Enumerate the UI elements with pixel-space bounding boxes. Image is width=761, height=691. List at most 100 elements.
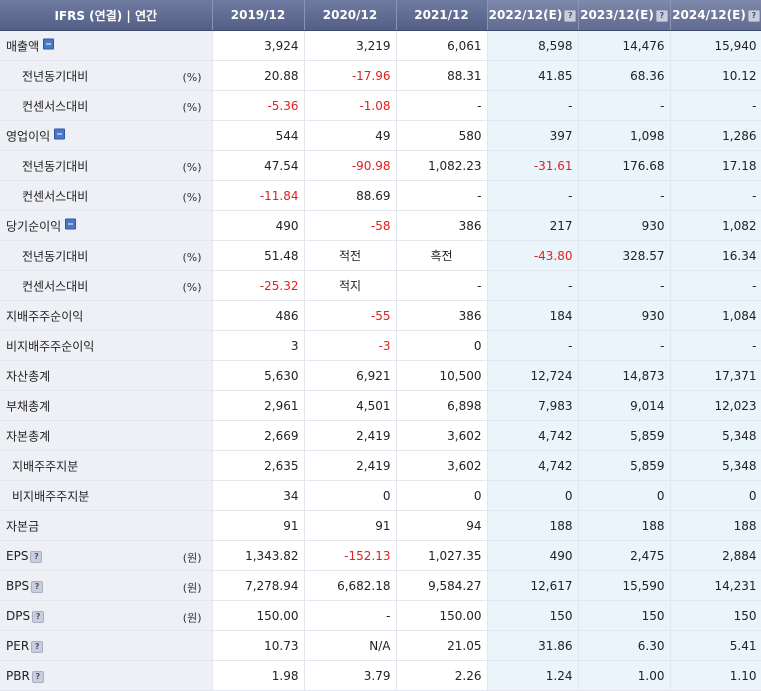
value-cell: 1,084 — [670, 300, 761, 331]
table-row: 자산총계 5,630 6,921 10,500 12,724 14,873 17,371 — [0, 360, 761, 391]
unit-label: (원) — [182, 581, 202, 595]
row-label-text: BPS — [6, 578, 30, 593]
help-icon[interactable]: ? — [564, 10, 577, 22]
value-cell: 17,371 — [670, 360, 761, 391]
value-cell: 580 — [396, 120, 488, 151]
collapse-toggle-icon[interactable] — [43, 38, 55, 49]
value-cell: 14,476 — [578, 30, 671, 61]
collapse-toggle-icon[interactable] — [54, 128, 66, 139]
value-cell: 5,630 — [212, 360, 305, 391]
row-label-cell: 지배주주지분 — [0, 450, 213, 481]
table-row: 비지배주주지분 34 0 0 0 0 0 — [0, 480, 761, 511]
value-cell: 2,884 — [670, 540, 761, 571]
row-label: 자본금 — [6, 517, 39, 534]
row-label-cell: 비지배주주지분 — [0, 480, 213, 511]
value-cell: 188 — [578, 510, 671, 541]
value-cell: 3,602 — [396, 450, 488, 481]
row-label: BPS? — [6, 578, 44, 593]
row-label-text: 컨센서스대비 — [22, 189, 89, 203]
help-icon[interactable]: ? — [31, 670, 44, 683]
value-cell: 1,098 — [578, 120, 671, 151]
value-cell: -5.36 — [212, 90, 305, 121]
table-row: EPS? (원) 1,343.82 -152.13 1,027.35 490 2,475 2,… — [0, 540, 761, 571]
row-label-text: EPS — [6, 548, 29, 563]
value-cell: - — [396, 270, 488, 301]
value-cell: 4,742 — [487, 450, 579, 481]
value-cell: 486 — [212, 300, 305, 331]
value-cell: 1.24 — [487, 660, 579, 691]
value-cell: 적전 — [304, 240, 397, 271]
table-row: 비지배주주순이익 3 -3 0- - - — [0, 330, 761, 361]
value-cell: 34 — [212, 480, 305, 511]
unit-label: (%) — [182, 280, 202, 294]
value-cell: 386 — [396, 300, 488, 331]
table-body: 매출액 3,924 3,219 6,061 8,598 14,476 15,940 전년동기대… — [0, 30, 761, 691]
year-header: 2019/12 — [212, 0, 305, 31]
row-label: 부채총계 — [6, 397, 50, 414]
value-cell: 88.69 — [304, 180, 397, 211]
value-cell: - — [487, 270, 579, 301]
collapse-toggle-icon[interactable] — [65, 218, 77, 229]
unit-label: (%) — [182, 100, 202, 114]
row-label-text: 매출액 — [6, 39, 40, 53]
row-label-text: 자본금 — [6, 519, 40, 533]
row-label-text: 전년동기대비 — [22, 69, 89, 83]
value-cell: 94 — [396, 510, 488, 541]
value-cell: 47.54 — [212, 150, 305, 181]
value-cell: 1,343.82 — [212, 540, 305, 571]
value-cell: 1.00 — [578, 660, 671, 691]
row-label-text: 지배주주지분 — [12, 459, 79, 473]
row-label-text: 당기순이익 — [6, 219, 62, 233]
value-cell: -11.84 — [212, 180, 305, 211]
value-cell: 9,584.27 — [396, 570, 488, 601]
help-icon[interactable]: ? — [655, 10, 668, 22]
help-icon[interactable]: ? — [31, 640, 44, 653]
help-icon[interactable]: ? — [747, 10, 760, 22]
value-cell: 10.12 — [670, 60, 761, 91]
table-row: 매출액 3,924 3,219 6,061 8,598 14,476 15,940 — [0, 30, 761, 61]
value-cell: 68.36 — [578, 60, 671, 91]
unit-label: (%) — [182, 70, 202, 84]
value-cell: 17.18 — [670, 150, 761, 181]
value-cell: 176.68 — [578, 150, 671, 181]
row-label: 당기순이익 — [6, 217, 77, 234]
value-cell: - — [578, 270, 671, 301]
value-cell: 2,635 — [212, 450, 305, 481]
row-label-cell: 비지배주주순이익 — [0, 330, 213, 361]
value-cell: 20.88 — [212, 60, 305, 91]
value-cell: 10.73 — [212, 630, 305, 661]
table-row: DPS? (원) 150.00-150.00 150 150 150 — [0, 600, 761, 631]
value-cell: 0 — [578, 480, 671, 511]
row-label-text: 컨센서스대비 — [22, 99, 89, 113]
row-label: 비지배주주지분 — [12, 487, 89, 504]
row-label: 지배주주순이익 — [6, 307, 83, 324]
value-cell: 490 — [212, 210, 305, 241]
row-label-cell: PER? — [0, 630, 213, 661]
value-cell: 150.00 — [396, 600, 488, 631]
row-label: 지배주주지분 — [12, 457, 78, 474]
value-cell: 7,278.94 — [212, 570, 305, 601]
value-cell: - — [670, 330, 761, 361]
value-cell: - — [396, 180, 488, 211]
row-label: 자산총계 — [6, 367, 50, 384]
value-cell: 150.00 — [212, 600, 305, 631]
value-cell: 0 — [670, 480, 761, 511]
value-cell: 0 — [304, 480, 397, 511]
help-icon[interactable]: ? — [30, 550, 43, 563]
value-cell: - — [578, 90, 671, 121]
help-icon[interactable]: ? — [32, 610, 45, 623]
value-cell: 88.31 — [396, 60, 488, 91]
value-cell: 15,590 — [578, 570, 671, 601]
value-cell: 1,082 — [670, 210, 761, 241]
value-cell: - — [304, 600, 397, 631]
help-icon[interactable]: ? — [31, 580, 44, 593]
unit-label: (원) — [182, 611, 202, 625]
row-label: 매출액 — [6, 37, 55, 54]
value-cell: 12,023 — [670, 390, 761, 421]
row-label-text: 비지배주주지분 — [12, 489, 90, 503]
value-cell: 49 — [304, 120, 397, 151]
table-row: 자본금 91 91 94 188 188 188 — [0, 510, 761, 541]
row-label-cell: 컨센서스대비 (%) — [0, 270, 213, 301]
value-cell: -43.80 — [487, 240, 579, 271]
row-label-text: 지배주주순이익 — [6, 309, 84, 323]
